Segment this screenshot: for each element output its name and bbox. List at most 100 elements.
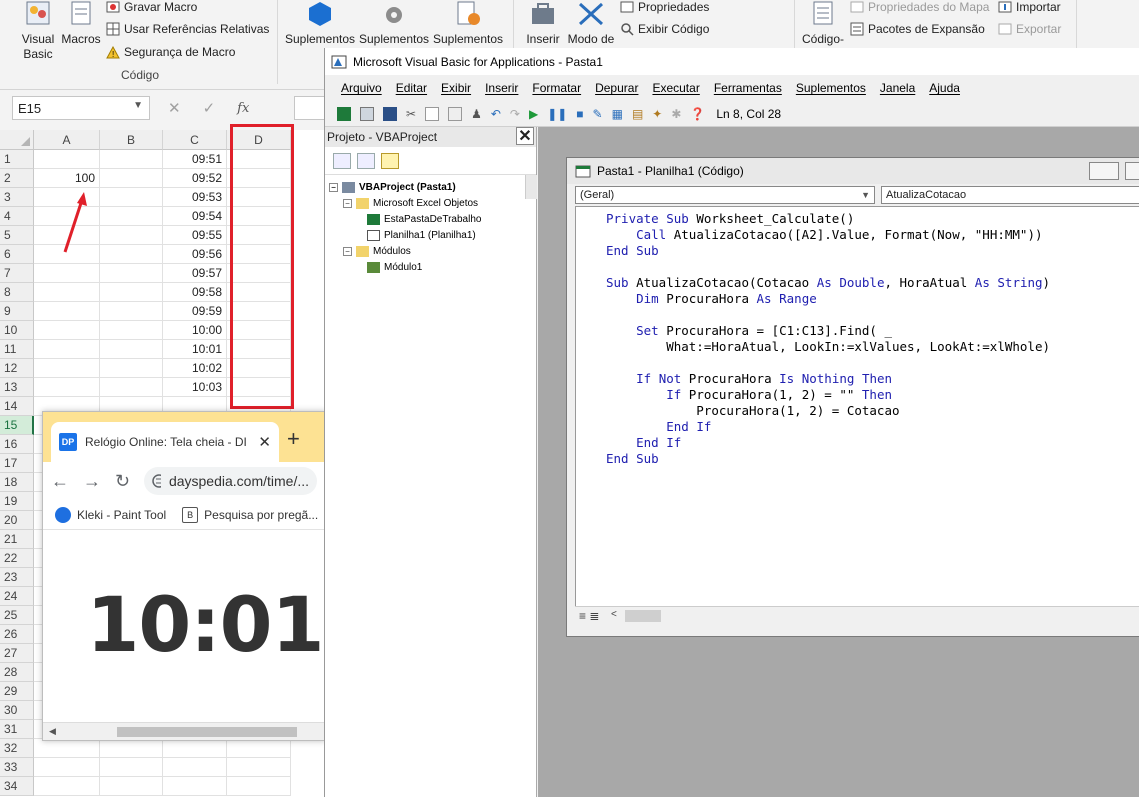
code-line[interactable]: End If bbox=[606, 435, 1139, 451]
row-header-7[interactable]: 7 bbox=[0, 264, 34, 283]
column-header-b[interactable]: B bbox=[100, 130, 163, 150]
row-header-1[interactable]: 1 bbox=[0, 150, 34, 169]
row-header-3[interactable]: 3 bbox=[0, 188, 34, 207]
chrome-tab[interactable]: DP Relógio Online: Tela cheia - DI ✕ bbox=[51, 422, 279, 462]
code-line[interactable] bbox=[606, 259, 1139, 275]
scroll-left-icon[interactable]: < bbox=[611, 609, 617, 620]
scrollbar-thumb[interactable] bbox=[625, 610, 661, 622]
code-line[interactable]: Dim ProcuraHora As Range bbox=[606, 291, 1139, 307]
cell-a2[interactable]: 100 bbox=[34, 169, 100, 188]
project-explorer-icon[interactable]: ▦ bbox=[612, 107, 623, 121]
propriedades-mapa-button[interactable]: Propriedades do Mapa bbox=[850, 0, 989, 14]
row-header-32[interactable]: 32 bbox=[0, 739, 34, 758]
column-header-a[interactable]: A bbox=[34, 130, 100, 150]
visual-basic-button[interactable]: Visual Basic bbox=[18, 0, 58, 62]
row-header-27[interactable]: 27 bbox=[0, 644, 34, 663]
reload-icon[interactable]: ↻ bbox=[115, 471, 130, 492]
gravar-macro-button[interactable]: Gravar Macro bbox=[106, 0, 197, 14]
excel-view-icon[interactable] bbox=[337, 106, 351, 121]
new-tab-icon[interactable]: + bbox=[287, 426, 300, 452]
procedure-view-icon[interactable]: ≡ ≣ bbox=[579, 609, 599, 623]
cell-b9[interactable] bbox=[100, 302, 163, 321]
code-horizontal-scrollbar[interactable]: ≡ ≣ < bbox=[575, 606, 1139, 624]
cell-c7[interactable]: 09:57 bbox=[163, 264, 227, 283]
cell-b7[interactable] bbox=[100, 264, 163, 283]
cell-c12[interactable]: 10:02 bbox=[163, 359, 227, 378]
row-header-19[interactable]: 19 bbox=[0, 492, 34, 511]
row-header-9[interactable]: 9 bbox=[0, 302, 34, 321]
menu-ferramentas[interactable]: Ferramentas bbox=[714, 81, 782, 95]
menu-depurar[interactable]: Depurar bbox=[595, 81, 638, 95]
cell-b4[interactable] bbox=[100, 207, 163, 226]
cell-b8[interactable] bbox=[100, 283, 163, 302]
properties-window-icon[interactable]: ▤ bbox=[632, 107, 643, 121]
row-header-16[interactable]: 16 bbox=[0, 435, 34, 454]
code-line[interactable]: End Sub bbox=[606, 243, 1139, 259]
cell-d34[interactable] bbox=[227, 777, 291, 796]
run-icon[interactable]: ▶ bbox=[529, 107, 538, 121]
cell-d32[interactable] bbox=[227, 739, 291, 758]
copy-icon[interactable] bbox=[425, 106, 440, 121]
maximize-button[interactable] bbox=[1125, 162, 1139, 180]
bookmark-kleki[interactable]: Kleki - Paint Tool bbox=[55, 506, 166, 523]
cell-a1[interactable] bbox=[34, 150, 100, 169]
cell-c9[interactable]: 09:59 bbox=[163, 302, 227, 321]
code-line[interactable] bbox=[606, 307, 1139, 323]
cell-b11[interactable] bbox=[100, 340, 163, 359]
cell-c2[interactable]: 09:52 bbox=[163, 169, 227, 188]
column-header-c[interactable]: C bbox=[163, 130, 227, 150]
code-line[interactable]: ProcuraHora(1, 2) = Cotacao bbox=[606, 403, 1139, 419]
suplementos-button-2[interactable]: Suplementos bbox=[356, 0, 432, 47]
cell-c13[interactable]: 10:03 bbox=[163, 378, 227, 397]
cell-a7[interactable] bbox=[34, 264, 100, 283]
tree-item-modulos[interactable]: − Módulos bbox=[329, 243, 536, 259]
paste-icon[interactable] bbox=[448, 106, 463, 121]
suplementos-button-1[interactable]: Suplementos bbox=[284, 0, 356, 47]
scroll-left-icon[interactable]: ◀ bbox=[49, 726, 56, 737]
cell-d33[interactable] bbox=[227, 758, 291, 777]
code-line[interactable]: What:=HoraAtual, LookIn:=xlValues, LookA… bbox=[606, 339, 1139, 355]
menu-arquivo[interactable]: Arquivo bbox=[341, 81, 382, 95]
codigo-fonte-button[interactable]: Código- bbox=[798, 0, 848, 47]
row-header-26[interactable]: 26 bbox=[0, 625, 34, 644]
collapse-icon[interactable]: − bbox=[329, 182, 338, 192]
view-code-icon[interactable] bbox=[333, 152, 351, 169]
inserir-button[interactable]: Inserir bbox=[520, 0, 566, 47]
row-header-5[interactable]: 5 bbox=[0, 226, 34, 245]
toggle-folders-icon[interactable] bbox=[381, 152, 399, 169]
cell-c5[interactable]: 09:55 bbox=[163, 226, 227, 245]
row-header-23[interactable]: 23 bbox=[0, 568, 34, 587]
row-header-33[interactable]: 33 bbox=[0, 758, 34, 777]
row-header-29[interactable]: 29 bbox=[0, 682, 34, 701]
row-header-28[interactable]: 28 bbox=[0, 663, 34, 682]
tree-item-excel-objects[interactable]: − Microsoft Excel Objetos bbox=[329, 195, 536, 211]
collapse-icon[interactable]: − bbox=[343, 198, 352, 208]
close-icon[interactable]: ✕ bbox=[516, 127, 534, 145]
design-mode-icon[interactable]: ✎ bbox=[593, 107, 603, 121]
toolbox-icon[interactable]: ✱ bbox=[671, 107, 681, 121]
back-icon[interactable]: ← bbox=[51, 471, 69, 492]
importar-button[interactable]: Importar bbox=[998, 0, 1061, 14]
undo-icon[interactable]: ↶ bbox=[491, 107, 501, 121]
menu-executar[interactable]: Executar bbox=[652, 81, 699, 95]
cell-c6[interactable]: 09:56 bbox=[163, 245, 227, 264]
tree-item-workbook[interactable]: EstaPastaDeTrabalho bbox=[329, 211, 536, 227]
exportar-button[interactable]: Exportar bbox=[998, 22, 1061, 36]
help-icon[interactable]: ❓ bbox=[690, 107, 705, 121]
reset-icon[interactable]: ■ bbox=[576, 107, 583, 121]
select-all-button[interactable] bbox=[0, 130, 34, 150]
modo-design-button[interactable]: Modo de bbox=[564, 0, 618, 47]
insert-function-button[interactable]: fx bbox=[237, 101, 249, 116]
menu-ajuda[interactable]: Ajuda bbox=[929, 81, 960, 95]
cell-c4[interactable]: 09:54 bbox=[163, 207, 227, 226]
code-line[interactable] bbox=[606, 355, 1139, 371]
cell-b33[interactable] bbox=[100, 758, 163, 777]
procedure-combo[interactable]: AtualizaCotacao bbox=[881, 186, 1139, 204]
row-header-11[interactable]: 11 bbox=[0, 340, 34, 359]
code-editor[interactable]: Private Sub Worksheet_Calculate() Call A… bbox=[575, 206, 1139, 606]
object-combo[interactable]: (Geral) ▼ bbox=[575, 186, 875, 204]
project-scrollbar[interactable] bbox=[525, 175, 537, 199]
cell-b1[interactable] bbox=[100, 150, 163, 169]
code-line[interactable]: Private Sub Worksheet_Calculate() bbox=[606, 211, 1139, 227]
cell-a9[interactable] bbox=[34, 302, 100, 321]
